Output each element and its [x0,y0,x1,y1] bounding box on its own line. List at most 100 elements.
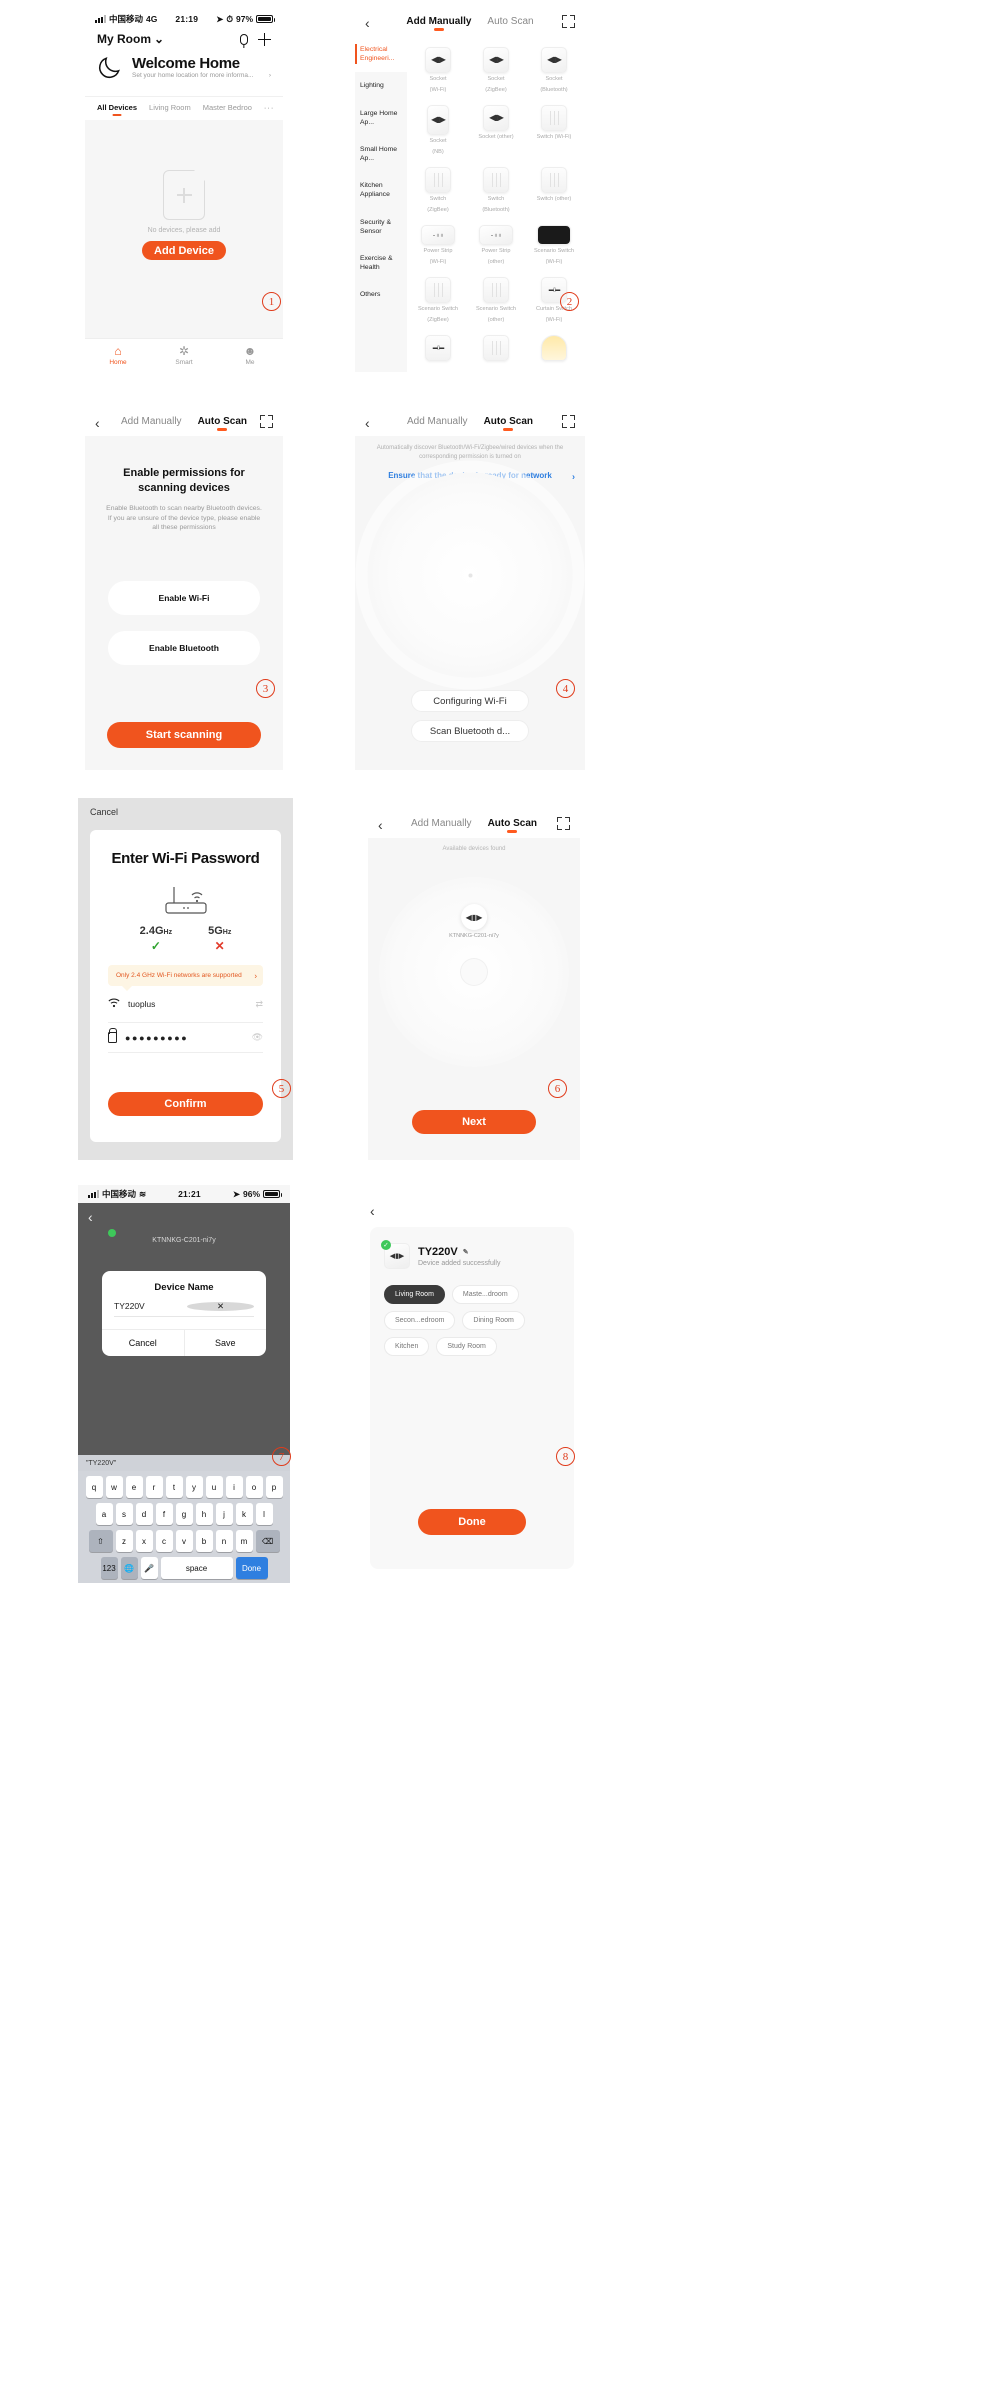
clear-icon[interactable]: ✕ [187,1301,254,1311]
device-tile[interactable] [525,330,583,369]
scan-icon[interactable] [260,415,273,431]
key-n[interactable]: n [215,1530,233,1552]
confirm-button[interactable]: Confirm [108,1092,263,1116]
key-numbers[interactable]: 123 [100,1557,118,1579]
key-m[interactable]: m [235,1530,253,1552]
start-scanning-button[interactable]: Start scanning [107,722,261,748]
key-e[interactable]: e [125,1476,143,1498]
key-space[interactable]: space [160,1557,233,1579]
device-tile[interactable]: ▬ ▯ ▬ [409,330,467,369]
scan-bluetooth-button[interactable]: Scan Bluetooth d... [411,720,529,742]
scan-icon[interactable] [557,817,570,833]
tab-add-manually[interactable]: Add Manually [411,818,472,833]
device-tile[interactable]: Scenario Switch (other) [467,272,525,329]
key-done[interactable]: Done [235,1557,268,1579]
key-j[interactable]: j [215,1503,233,1525]
category-security-sensor[interactable]: Security & Sensor [355,209,407,245]
room-chip-master-bedroom[interactable]: Maste...droom [451,1285,519,1304]
plus-icon[interactable] [258,32,271,46]
device-tile[interactable]: ◀▮▶ Socket (ZigBee) [467,42,525,99]
scan-icon[interactable] [562,15,575,31]
eye-toggle-icon[interactable]: 👁 [252,1032,263,1043]
mic-icon[interactable]: 🎤 [140,1557,158,1579]
tab-add-manually[interactable]: Add Manually [121,416,182,431]
room-selector[interactable]: My Room ⌄ [97,32,164,46]
room-chip-kitchen[interactable]: Kitchen [384,1337,430,1356]
tab-auto-scan[interactable]: Auto Scan [198,416,247,431]
category-kitchen-appliance[interactable]: Kitchen Appliance [355,172,407,208]
nav-home[interactable]: ⌂ Home [85,339,151,372]
tab-add-manually[interactable]: Add Manually [406,16,471,31]
cancel-button[interactable]: Cancel [78,798,293,826]
device-tile[interactable]: ◀▮▶ Socket (NB) [409,100,467,161]
room-chip-living-room[interactable]: Living Room [384,1285,445,1304]
enable-wifi-button[interactable]: Enable Wi-Fi [108,581,260,616]
category-others[interactable]: Others [355,281,407,308]
mic-icon[interactable] [240,33,248,45]
device-tile[interactable] [467,330,525,369]
scan-icon[interactable] [562,415,575,431]
key-d[interactable]: d [135,1503,153,1525]
device-tile[interactable]: Scenario Switch (ZigBee) [409,272,467,329]
key-a[interactable]: a [95,1503,113,1525]
enable-bluetooth-button[interactable]: Enable Bluetooth [108,631,260,666]
category-exercise-health[interactable]: Exercise & Health [355,245,407,281]
shift-icon[interactable]: ⇧ [88,1530,113,1552]
room-chip-dining-room[interactable]: Dining Room [462,1311,525,1330]
key-t[interactable]: t [165,1476,183,1498]
nav-smart[interactable]: ✲ Smart [151,339,217,372]
device-name-row[interactable]: TY220V ✎ [418,1246,501,1258]
nav-me[interactable]: ☻ Me [217,339,283,372]
key-p[interactable]: p [265,1476,283,1498]
device-tile[interactable]: ∘ ⠿ ⠿ Power Strip (other) [467,220,525,271]
device-tile[interactable]: Switch (ZigBee) [409,162,467,219]
edit-pencil-icon[interactable]: ✎ [463,1248,469,1256]
device-tile[interactable]: ◀▮▶ Socket (Bluetooth) [525,42,583,99]
back-icon[interactable]: ‹ [365,16,370,30]
backspace-icon[interactable]: ⌫ [255,1530,280,1552]
key-l[interactable]: l [255,1503,273,1525]
key-i[interactable]: i [225,1476,243,1498]
dialog-save-button[interactable]: Save [183,1330,267,1356]
keyboard-suggestion-bar[interactable]: "TY220V" [78,1455,290,1471]
key-u[interactable]: u [205,1476,223,1498]
room-chip-study-room[interactable]: Study Room [436,1337,497,1356]
key-z[interactable]: z [115,1530,133,1552]
device-tile[interactable]: Switch (Wi-Fi) [525,100,583,161]
key-c[interactable]: c [155,1530,173,1552]
category-small-home-appliances[interactable]: Small Home Ap... [355,136,407,172]
key-s[interactable]: s [115,1503,133,1525]
add-device-button[interactable]: Add Device [142,241,226,260]
globe-icon[interactable]: 🌐 [120,1557,138,1579]
category-electrical[interactable]: Electrical Engineeri... [355,36,407,73]
key-g[interactable]: g [175,1503,193,1525]
more-tabs-icon[interactable]: ··· [264,103,275,115]
tab-add-manually[interactable]: Add Manually [407,416,468,431]
device-tile[interactable]: Switch (Bluetooth) [467,162,525,219]
back-icon[interactable]: ‹ [370,1203,375,1219]
ssid-field[interactable]: tuoplus ⇄ [108,986,263,1024]
dialog-cancel-button[interactable]: Cancel [102,1330,184,1356]
back-icon[interactable]: ‹ [88,1209,93,1225]
device-tile[interactable]: Scenario Switch (Wi-Fi) [525,220,583,271]
tab-living-room[interactable]: Living Room [149,103,191,115]
back-icon[interactable]: ‹ [95,416,100,430]
back-icon[interactable]: ‹ [378,818,383,832]
key-f[interactable]: f [155,1503,173,1525]
tab-all-devices[interactable]: All Devices [97,103,137,115]
tab-master-bedroom[interactable]: Master Bedroo [203,103,252,115]
password-field[interactable]: ●●●●●●●●● 👁 [108,1023,263,1054]
key-r[interactable]: r [145,1476,163,1498]
found-device[interactable]: ◀▮▶ KTNNKG-C201-ni7y [449,904,499,940]
key-b[interactable]: b [195,1530,213,1552]
wifi-tip-banner[interactable]: Only 2.4 GHz Wi-Fi networks are supporte… [108,965,263,992]
configuring-wifi-button[interactable]: Configuring Wi-Fi [411,690,529,712]
category-lighting[interactable]: Lighting [355,72,407,99]
tab-auto-scan[interactable]: Auto Scan [487,16,533,31]
switch-network-icon[interactable]: ⇄ [255,999,263,1010]
category-large-home-appliances[interactable]: Large Home Ap... [355,100,407,136]
done-button[interactable]: Done [418,1509,526,1535]
device-tile[interactable]: Switch (other) [525,162,583,219]
key-h[interactable]: h [195,1503,213,1525]
tab-auto-scan[interactable]: Auto Scan [484,416,533,431]
